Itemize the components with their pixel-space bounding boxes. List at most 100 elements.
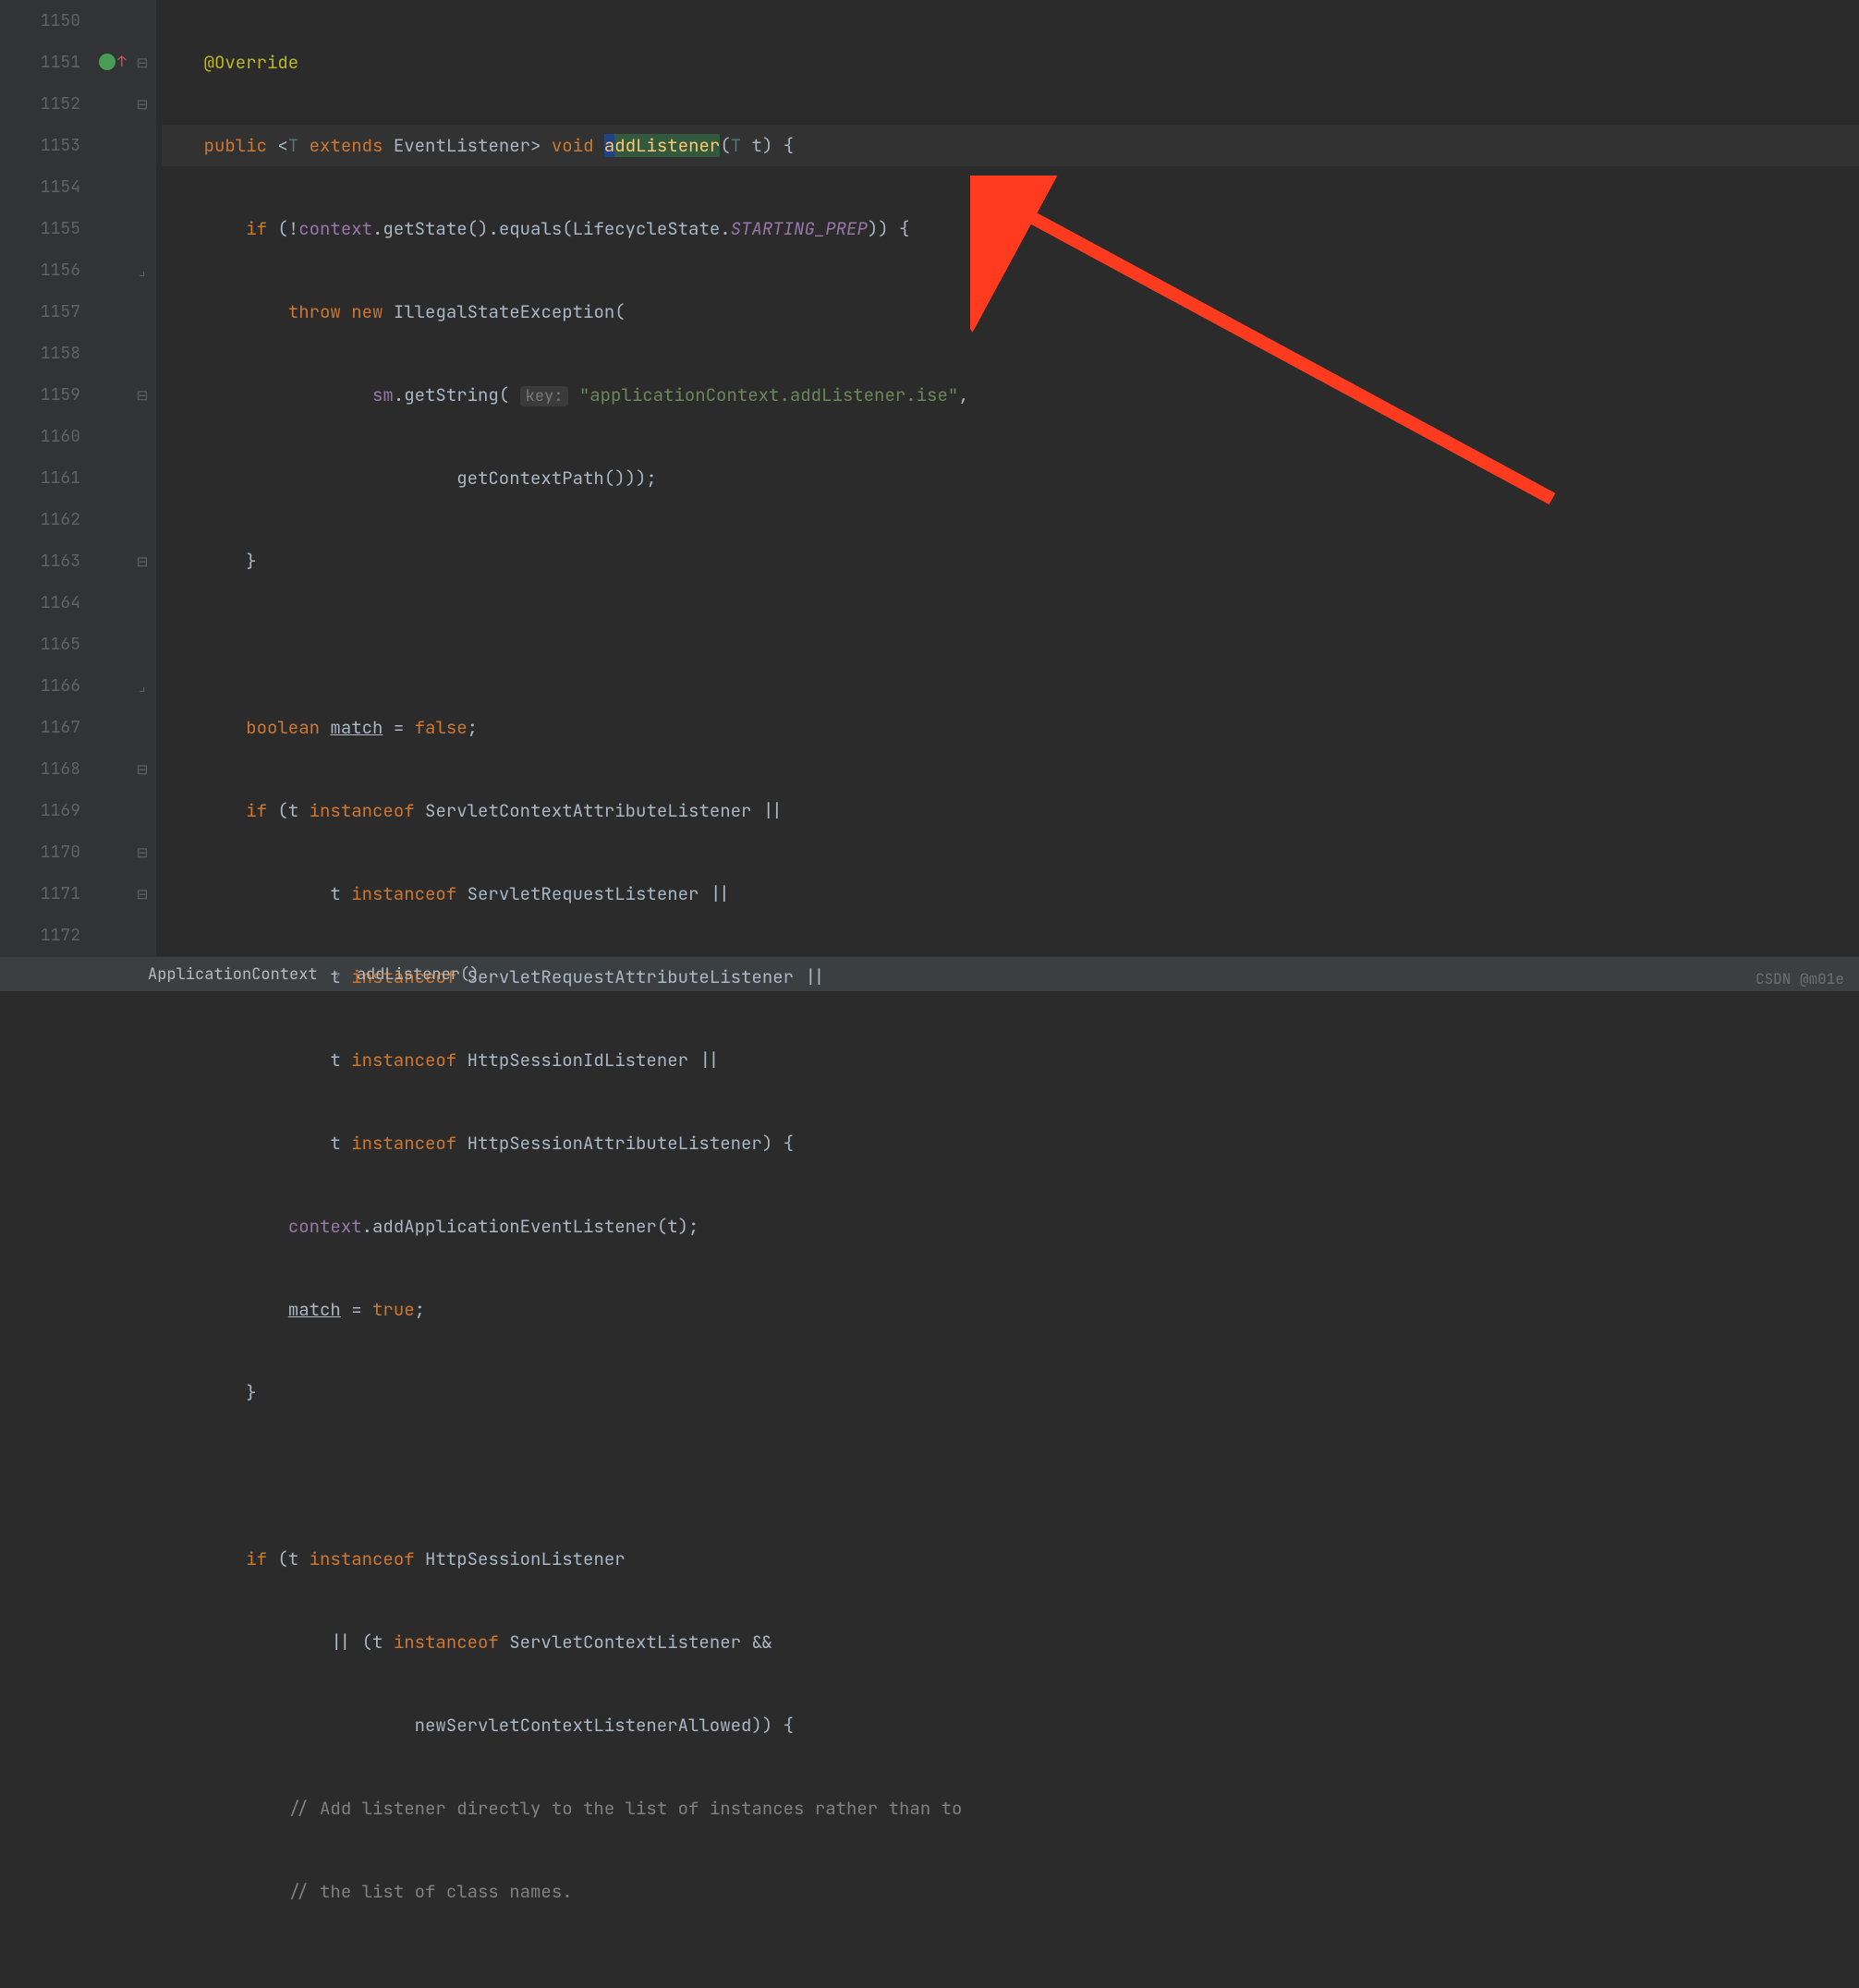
fold-icon[interactable]: ⊟ bbox=[134, 54, 151, 72]
code-line-current[interactable]: public <T extends EventListener> void ad… bbox=[162, 125, 1859, 166]
line-number: 1171 bbox=[0, 873, 80, 915]
type: ServletContextAttributeListener || bbox=[425, 799, 784, 822]
line-number: 1162 bbox=[0, 499, 80, 540]
keyword: instanceof bbox=[310, 799, 415, 822]
modified-line-icon: ↑ bbox=[117, 52, 127, 71]
code-line[interactable]: newServletContextListenerAllowed)) { bbox=[162, 1704, 1859, 1746]
type: ServletContextListener && bbox=[509, 1630, 772, 1654]
code-line[interactable]: throw new IllegalStateException( bbox=[162, 291, 1859, 333]
line-number: 1167 bbox=[0, 707, 80, 748]
comment: // Add listener directly to the list of … bbox=[288, 1797, 963, 1820]
line-number: 1158 bbox=[0, 333, 80, 374]
code-area[interactable]: @Override public <T extends EventListene… bbox=[156, 0, 1859, 956]
code-line[interactable]: boolean match = false; bbox=[162, 707, 1859, 748]
line-number: 1168 bbox=[0, 748, 80, 790]
type: HttpSessionListener bbox=[425, 1547, 626, 1570]
code-line[interactable]: t instanceof ServletRequestListener || bbox=[162, 873, 1859, 915]
line-number: 1161 bbox=[0, 457, 80, 499]
type: IllegalStateException( bbox=[394, 300, 626, 323]
keyword: instanceof bbox=[310, 1547, 415, 1570]
field: context bbox=[298, 217, 372, 240]
comment: // the list of class names. bbox=[288, 1880, 573, 1903]
call: .getState() bbox=[372, 217, 488, 240]
fold-icon[interactable]: ⊟ bbox=[134, 885, 151, 903]
line-number: 1151 bbox=[0, 42, 80, 83]
keyword: instanceof bbox=[351, 1049, 456, 1072]
line-number: 1160 bbox=[0, 416, 80, 457]
line-number: 1159 bbox=[0, 374, 80, 416]
call: .addApplicationEventListener(t); bbox=[362, 1215, 699, 1238]
code-line[interactable] bbox=[162, 1455, 1859, 1497]
type: ServletRequestAttributeListener || bbox=[468, 965, 826, 988]
breadcrumb-method[interactable]: addListener() bbox=[357, 964, 480, 985]
breadcrumb-separator-icon: › bbox=[333, 964, 342, 985]
line-number: 1172 bbox=[0, 915, 80, 956]
line-number: 1166 bbox=[0, 665, 80, 707]
type: LifecycleState. bbox=[573, 217, 731, 240]
code-line[interactable]: } bbox=[162, 1372, 1859, 1413]
code-line[interactable]: t instanceof HttpSessionAttributeListene… bbox=[162, 1122, 1859, 1164]
code-line[interactable]: || (t instanceof ServletContextListener … bbox=[162, 1621, 1859, 1663]
code-line[interactable]: t instanceof HttpSessionIdListener || bbox=[162, 1039, 1859, 1081]
code-line[interactable]: getContextPath())); bbox=[162, 457, 1859, 499]
line-number: 1170 bbox=[0, 831, 80, 873]
fold-end-icon[interactable]: ⌟ bbox=[134, 677, 151, 696]
field: sm bbox=[372, 383, 394, 406]
line-number: 1156 bbox=[0, 249, 80, 291]
keyword: false bbox=[415, 716, 468, 739]
code-line[interactable]: // the list of class names. bbox=[162, 1871, 1859, 1912]
code-line[interactable] bbox=[162, 624, 1859, 665]
breadcrumb-class[interactable]: ApplicationContext bbox=[148, 964, 318, 985]
keyword: extends bbox=[310, 134, 383, 157]
fold-icon[interactable]: ⊟ bbox=[134, 843, 151, 862]
call: getContextPath())); bbox=[456, 467, 657, 490]
line-number: 1152 bbox=[0, 83, 80, 125]
gutter-markers: ↑ bbox=[97, 0, 130, 956]
keyword: if bbox=[246, 217, 267, 240]
caret: a bbox=[604, 134, 614, 157]
identifier: newServletContextListenerAllowed)) { bbox=[415, 1714, 794, 1737]
string-literal: "applicationContext.addListener.ise" bbox=[579, 383, 958, 406]
keyword: true bbox=[372, 1298, 415, 1321]
line-number: 1169 bbox=[0, 790, 80, 831]
code-editor[interactable]: 1150 1151 1152 1153 1154 1155 1156 1157 … bbox=[0, 0, 1859, 956]
fold-icon[interactable]: ⊟ bbox=[134, 760, 151, 779]
type: HttpSessionIdListener || bbox=[468, 1049, 721, 1072]
code-line[interactable]: // Add listener directly to the list of … bbox=[162, 1788, 1859, 1829]
code-line[interactable]: @Override bbox=[162, 42, 1859, 83]
code-line[interactable]: if (t instanceof ServletContextAttribute… bbox=[162, 790, 1859, 831]
code-line[interactable]: context.addApplicationEventListener(t); bbox=[162, 1206, 1859, 1247]
code-line[interactable]: if (!context.getState().equals(Lifecycle… bbox=[162, 208, 1859, 249]
inlay-hint: key: bbox=[520, 386, 569, 406]
keyword: if bbox=[246, 799, 267, 822]
gutter-line-numbers: 1150 1151 1152 1153 1154 1155 1156 1157 … bbox=[0, 0, 97, 956]
call: .equals( bbox=[488, 217, 572, 240]
local-var: match bbox=[330, 716, 383, 739]
keyword: instanceof bbox=[394, 1630, 499, 1654]
annotation: @Override bbox=[204, 51, 299, 74]
gutter-folding[interactable]: ⊟ ⊟ ⌟ ⊟ ⊟ ⌟ ⊟ ⊟ ⊟ bbox=[130, 0, 156, 956]
keyword: public bbox=[204, 134, 267, 157]
line-number: 1165 bbox=[0, 624, 80, 665]
code-line[interactable]: match = true; bbox=[162, 1289, 1859, 1330]
line-number: 1150 bbox=[0, 0, 80, 42]
keyword: instanceof bbox=[351, 1132, 456, 1155]
line-number: 1153 bbox=[0, 125, 80, 166]
line-number: 1155 bbox=[0, 208, 80, 249]
line-number: 1157 bbox=[0, 291, 80, 333]
method-name: ddListener bbox=[614, 134, 720, 157]
fold-icon[interactable]: ⊟ bbox=[134, 552, 151, 571]
param: t bbox=[752, 134, 762, 157]
type: HttpSessionAttributeListener) { bbox=[468, 1132, 794, 1155]
code-line[interactable]: } bbox=[162, 540, 1859, 582]
code-line[interactable]: sm.getString( key: "applicationContext.a… bbox=[162, 374, 1859, 416]
local-var: match bbox=[288, 1298, 341, 1321]
fold-icon[interactable]: ⊟ bbox=[134, 95, 151, 114]
code-line[interactable]: if (t instanceof HttpSessionListener bbox=[162, 1538, 1859, 1580]
keyword: instanceof bbox=[351, 882, 456, 905]
override-gutter-icon[interactable] bbox=[99, 54, 115, 70]
watermark-text: CSDN @m01e bbox=[1756, 969, 1844, 988]
fold-icon[interactable]: ⊟ bbox=[134, 386, 151, 405]
keyword: void bbox=[552, 134, 594, 157]
fold-end-icon[interactable]: ⌟ bbox=[134, 261, 151, 280]
